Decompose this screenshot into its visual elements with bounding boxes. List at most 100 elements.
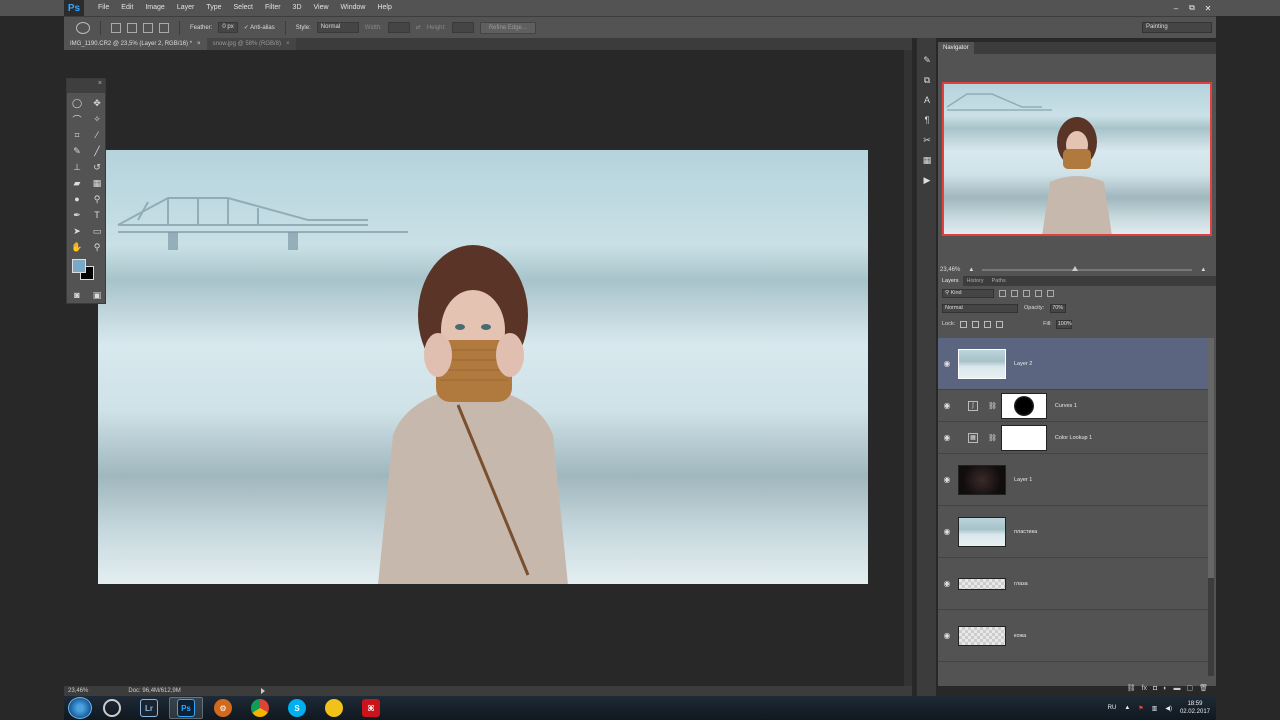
screen-mode-icon[interactable]: ▣ [87, 287, 107, 303]
layer-mask-thumbnail[interactable] [1000, 392, 1047, 419]
layer-row-color-lookup-1[interactable]: ◉ ▦ ⛓ Color Lookup 1 [938, 422, 1208, 454]
workspace-select[interactable]: Painting [1142, 22, 1212, 33]
taskbar-photoshop[interactable]: Ps [169, 697, 203, 719]
style-select[interactable]: Normal [316, 22, 359, 33]
add-selection-icon[interactable] [127, 22, 137, 33]
tab-paths[interactable]: Paths [988, 276, 1010, 286]
layer-name[interactable]: Layer 2 [1014, 361, 1032, 367]
dodge-tool-icon[interactable]: ⚲ [87, 191, 107, 207]
elliptical-marquee-tool-icon[interactable]: ◯ [67, 95, 87, 111]
layers-scrollbar[interactable] [1208, 338, 1214, 676]
tab-history[interactable]: History [963, 276, 988, 286]
type-filter-icon[interactable] [1023, 289, 1030, 297]
status-menu-arrow-icon[interactable] [260, 688, 265, 694]
shape-filter-icon[interactable] [1035, 289, 1042, 297]
layers-scroll-thumb[interactable] [1208, 338, 1214, 578]
tray-expand-icon[interactable]: ▲ [1124, 705, 1130, 711]
quick-mask-icon[interactable]: ◙ [67, 287, 87, 303]
doc-tab-snow[interactable]: snow.jpg @ 58% (RGB/8) × [206, 38, 296, 50]
eyedropper-tool-icon[interactable]: ⁄ [87, 127, 107, 143]
brush-preset-icon[interactable]: ✎ [917, 50, 937, 70]
layer-row-glaza[interactable]: ◉ глаза [938, 558, 1208, 610]
menu-window[interactable]: Window [335, 0, 372, 16]
crop-tool-icon[interactable]: ⌗ [67, 127, 87, 143]
zoom-readout[interactable]: 23,46% [68, 688, 88, 694]
taskbar-yellow-app[interactable] [317, 697, 351, 719]
clock[interactable]: 18:59 02.02.2017 [1180, 700, 1210, 716]
network-icon[interactable]: ▥ [1152, 705, 1158, 712]
add-mask-icon[interactable]: ◘ [1153, 685, 1157, 692]
taskbar-media-app[interactable] [95, 697, 129, 719]
navigator-view-box[interactable] [942, 82, 1212, 236]
blend-mode-select[interactable]: Normal [942, 303, 1018, 313]
close-icon[interactable]: × [98, 80, 102, 87]
layer-row-layer-2[interactable]: ◉ Layer 2 [938, 338, 1208, 390]
document-image[interactable] [98, 150, 868, 584]
close-button[interactable]: ✕ [1200, 4, 1216, 13]
zoom-slider-thumb[interactable] [1072, 266, 1079, 271]
swatches-icon[interactable]: ▦ [917, 150, 937, 170]
zoom-tool-icon[interactable]: ⚲ [87, 239, 107, 255]
zoom-in-icon[interactable]: ▲ [1200, 267, 1206, 273]
navigator-zoom-readout[interactable]: 23,46% [940, 267, 960, 273]
new-layer-icon[interactable]: ▢ [1186, 684, 1193, 692]
close-tab-icon[interactable]: × [286, 38, 290, 50]
brush-tool-icon[interactable]: ╱ [87, 143, 107, 159]
minimize-button[interactable]: – [1168, 4, 1184, 13]
lock-transparent-icon[interactable] [960, 320, 968, 328]
move-tool-icon[interactable]: ✥ [87, 95, 107, 111]
fill-input[interactable]: 100% [1055, 319, 1072, 329]
tab-layers[interactable]: Layers [938, 276, 963, 286]
pixel-filter-icon[interactable] [999, 289, 1006, 297]
healing-brush-tool-icon[interactable]: ✎ [67, 143, 87, 159]
layer-row-layer-1[interactable]: ◉ Layer 1 [938, 454, 1208, 506]
lock-all-icon[interactable] [996, 320, 1004, 328]
taskbar-lightroom[interactable]: Lr [132, 697, 166, 719]
menu-layer[interactable]: Layer [171, 0, 201, 16]
layer-name[interactable]: Curves 1 [1055, 403, 1077, 409]
restore-button[interactable]: ⧉ [1184, 3, 1200, 13]
hand-tool-icon[interactable]: ✋ [67, 239, 87, 255]
new-selection-icon[interactable] [111, 22, 121, 33]
visibility-eye-icon[interactable]: ◉ [938, 475, 956, 484]
volume-icon[interactable]: ◀) [1165, 705, 1172, 712]
paragraph-icon[interactable]: ¶ [917, 110, 937, 130]
layer-mask-thumbnail[interactable] [1000, 424, 1047, 451]
height-input[interactable] [451, 22, 474, 33]
visibility-eye-icon[interactable]: ◉ [938, 631, 956, 640]
new-group-icon[interactable]: ▬ [1173, 685, 1180, 692]
link-chain-icon[interactable]: ⛓ [988, 434, 997, 442]
layer-name[interactable]: Layer 1 [1014, 477, 1032, 483]
layer-row-kozha[interactable]: ◉ кожа [938, 610, 1208, 662]
language-indicator[interactable]: RU [1108, 705, 1117, 711]
path-selection-tool-icon[interactable]: ➤ [67, 223, 87, 239]
navigator-preview[interactable] [942, 82, 1212, 236]
width-input[interactable] [387, 22, 410, 33]
lock-position-icon[interactable] [984, 320, 992, 328]
menu-select[interactable]: Select [228, 0, 259, 16]
close-tab-icon[interactable]: × [197, 38, 201, 50]
menu-image[interactable]: Image [139, 0, 170, 16]
layer-name[interactable]: пластика [1014, 529, 1037, 535]
menu-edit[interactable]: Edit [115, 0, 139, 16]
start-button[interactable] [68, 697, 92, 719]
layer-name[interactable]: глаза [1014, 581, 1028, 587]
taskbar-settings[interactable]: ⚙ [206, 697, 240, 719]
eraser-tool-icon[interactable]: ▰ [67, 175, 87, 191]
clone-stamp-tool-icon[interactable]: ⊥ [67, 159, 87, 175]
taskbar-acrobat[interactable]: ⌘ [354, 697, 388, 719]
layer-style-icon[interactable]: fx [1142, 685, 1147, 692]
menu-type[interactable]: Type [200, 0, 227, 16]
layer-name[interactable]: кожа [1014, 633, 1026, 639]
layer-row-plastika[interactable]: ◉ пластика [938, 506, 1208, 558]
visibility-eye-icon[interactable]: ◉ [938, 579, 956, 588]
opacity-input[interactable]: 70% [1050, 303, 1067, 313]
subtract-selection-icon[interactable] [143, 22, 153, 33]
canvas-vertical-scrollbar[interactable] [904, 50, 912, 686]
history-brush-tool-icon[interactable]: ↺ [87, 159, 107, 175]
tab-navigator[interactable]: Navigator [938, 42, 974, 54]
link-chain-icon[interactable]: ⛓ [988, 402, 997, 410]
taskbar-skype[interactable]: S [280, 697, 314, 719]
visibility-eye-icon[interactable]: ◉ [938, 401, 956, 410]
menu-view[interactable]: View [308, 0, 335, 16]
